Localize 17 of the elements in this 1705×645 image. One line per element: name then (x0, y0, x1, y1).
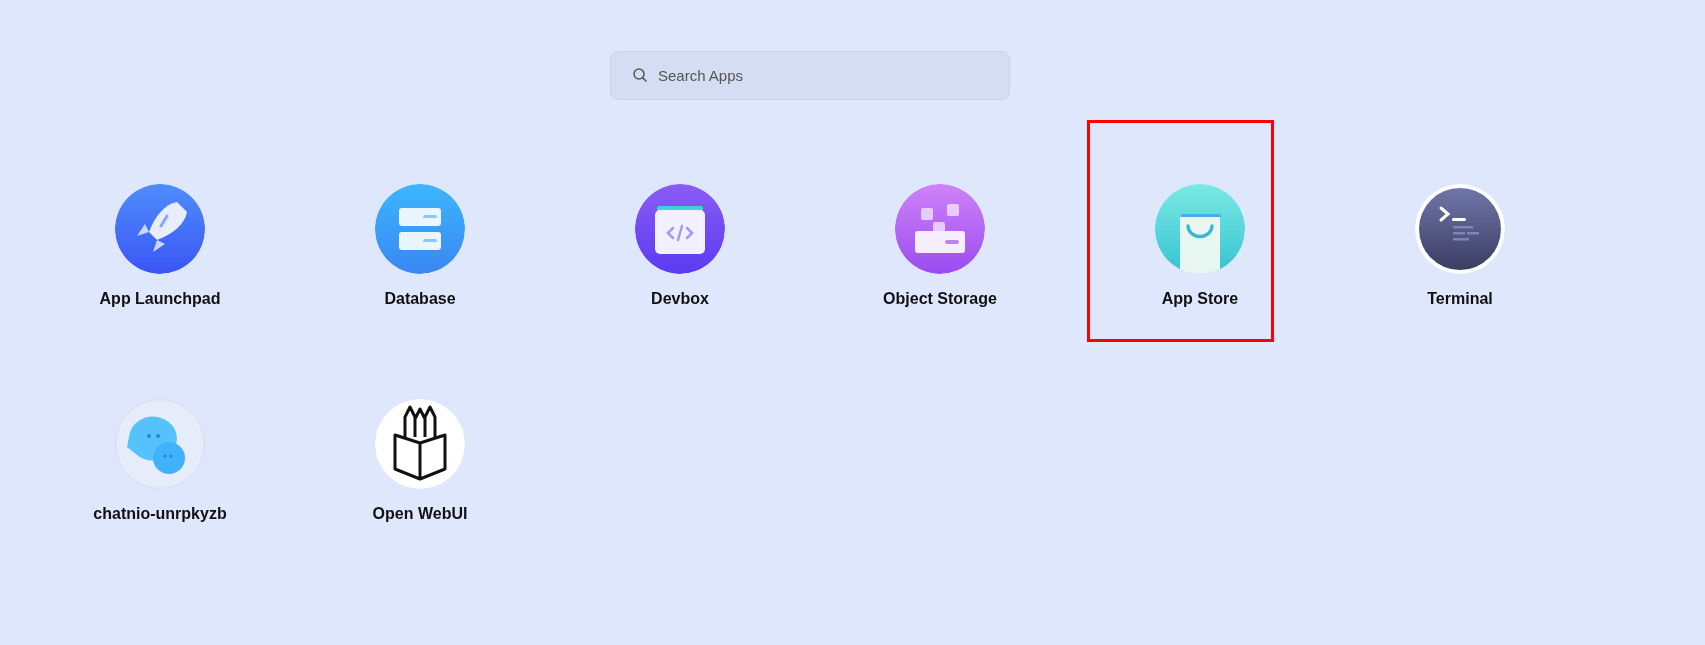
app-tile[interactable]: Terminal (1415, 184, 1505, 309)
app-tile[interactable]: Devbox (635, 184, 725, 309)
chat-bubbles-icon (115, 399, 205, 489)
search-field[interactable]: Search Apps (610, 51, 1010, 100)
app-tile[interactable]: Open WebUI (372, 399, 468, 524)
app-tile[interactable]: chatnio-unrpkyzb (93, 399, 227, 524)
code-folder-icon (635, 184, 725, 274)
shopping-bag-icon (1155, 184, 1245, 274)
app-tile[interactable]: App Launchpad (99, 184, 221, 309)
database-icon (375, 184, 465, 274)
pencil-box-icon (375, 399, 465, 489)
app-tile[interactable]: App Store (1155, 184, 1245, 309)
terminal-icon (1415, 184, 1505, 274)
app-tile[interactable]: Database (375, 184, 465, 309)
rocket-icon (115, 184, 205, 274)
app-tile[interactable]: Object Storage (883, 184, 997, 309)
storage-icon (895, 184, 985, 274)
